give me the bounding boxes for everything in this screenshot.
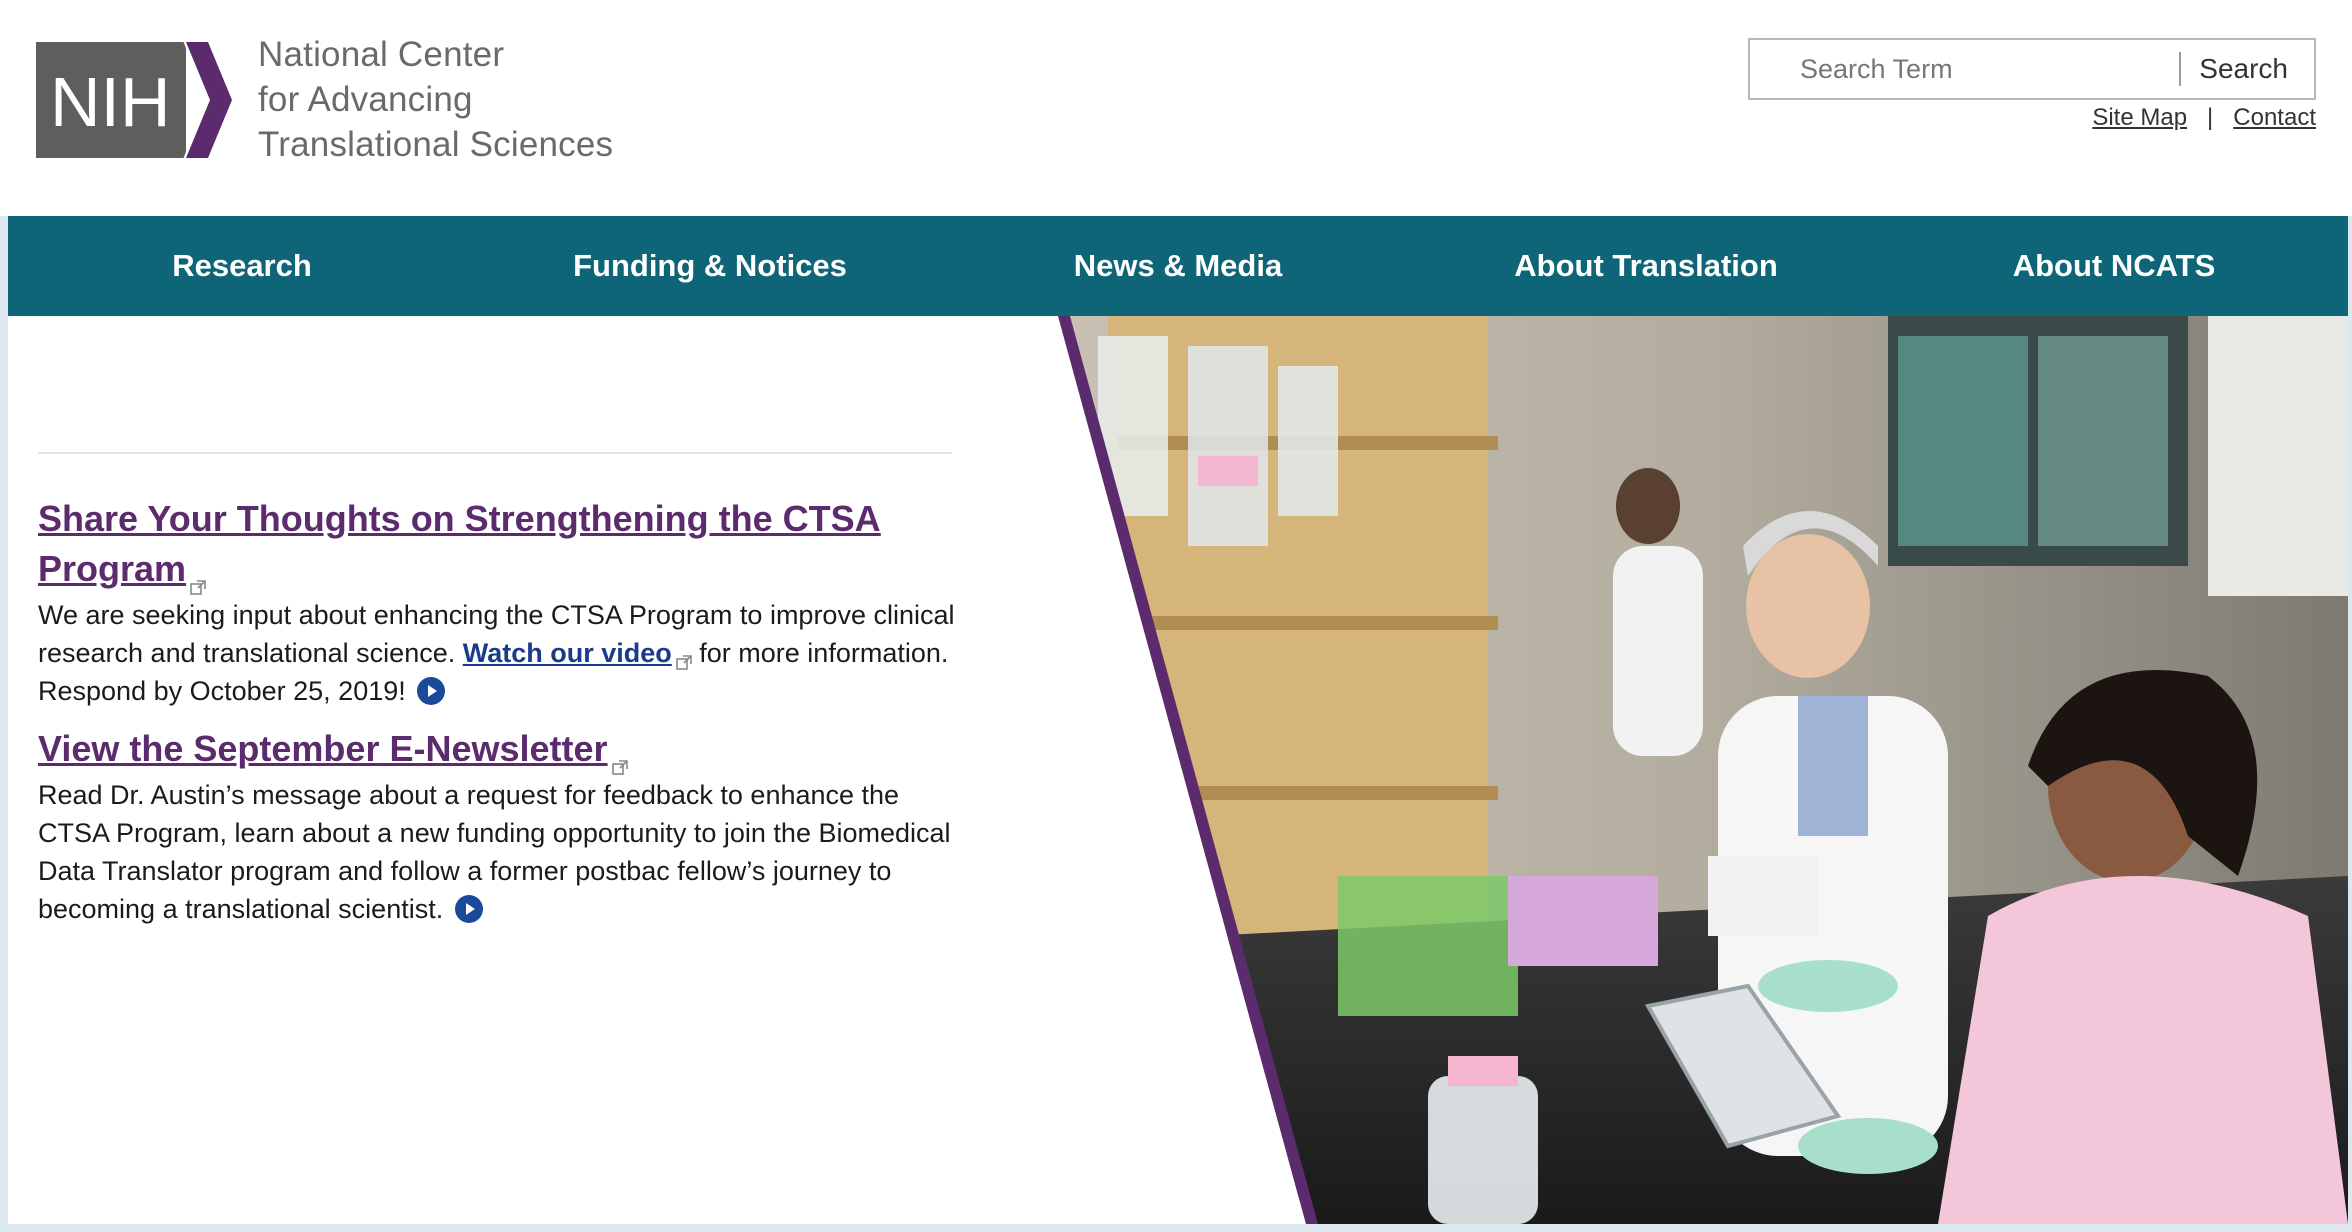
search-input[interactable]: [1750, 41, 2180, 97]
site-map-link[interactable]: Site Map: [2092, 104, 2187, 132]
news-item-body: Read Dr. Austin’s message about a reques…: [38, 776, 958, 928]
news-item-title: View the September E-Newsletter: [38, 724, 958, 776]
divider-rule: [38, 452, 952, 454]
center-name-line-2: for Advancing: [258, 80, 473, 119]
external-link-icon: [190, 559, 206, 596]
nav-item-news-media[interactable]: News & Media: [944, 216, 1412, 316]
hero-photo-content: [1058, 316, 2348, 1224]
center-name-line-1: National Center: [258, 35, 505, 74]
nih-logo-text: NIH: [50, 63, 171, 141]
utility-links: Site Map | Contact: [2092, 104, 2316, 132]
external-link-icon: [675, 643, 692, 670]
main-nav: Research Funding & Notices News & Media …: [8, 216, 2348, 316]
contact-link[interactable]: Contact: [2233, 104, 2316, 132]
external-link-icon: [611, 739, 628, 776]
center-name-line-3: Translational Sciences: [258, 125, 614, 164]
nav-item-funding-notices[interactable]: Funding & Notices: [476, 216, 944, 316]
main-content: Share Your Thoughts on Strengthening the…: [8, 316, 2348, 1224]
news-item: Share Your Thoughts on Strengthening the…: [38, 494, 958, 710]
nav-item-about-translation[interactable]: About Translation: [1412, 216, 1880, 316]
ctsa-title-link[interactable]: Share Your Thoughts on Strengthening the…: [38, 498, 881, 589]
nav-item-about-ncats[interactable]: About NCATS: [1880, 216, 2348, 316]
center-name: National Center for Advancing Translatio…: [258, 32, 613, 167]
utility-separator: |: [2207, 104, 2214, 131]
news-item-body: We are seeking input about enhancing the…: [38, 596, 958, 710]
ncats-logo[interactable]: NIH National Center for Advancing Transl…: [36, 32, 613, 167]
watch-video-link[interactable]: Watch our video: [463, 638, 672, 668]
search-button[interactable]: Search: [2181, 41, 2314, 97]
nih-badge: NIH: [36, 36, 240, 164]
search-form: Search: [1748, 38, 2316, 100]
newsletter-title-link[interactable]: View the September E-Newsletter: [38, 728, 608, 769]
news-item-text: Read Dr. Austin’s message about a reques…: [38, 780, 951, 924]
page-edge-left: [0, 216, 8, 1224]
site-header: NIH National Center for Advancing Transl…: [0, 0, 2352, 216]
nav-item-research[interactable]: Research: [8, 216, 476, 316]
news-item: View the September E-Newsletter Read Dr.…: [38, 724, 958, 928]
page-bottom-strip: [0, 1224, 2352, 1232]
news-item-title: Share Your Thoughts on Strengthening the…: [38, 494, 958, 596]
page-edge-right: [2348, 216, 2352, 1224]
more-arrow-icon[interactable]: [454, 894, 483, 923]
more-arrow-icon[interactable]: [417, 676, 446, 705]
